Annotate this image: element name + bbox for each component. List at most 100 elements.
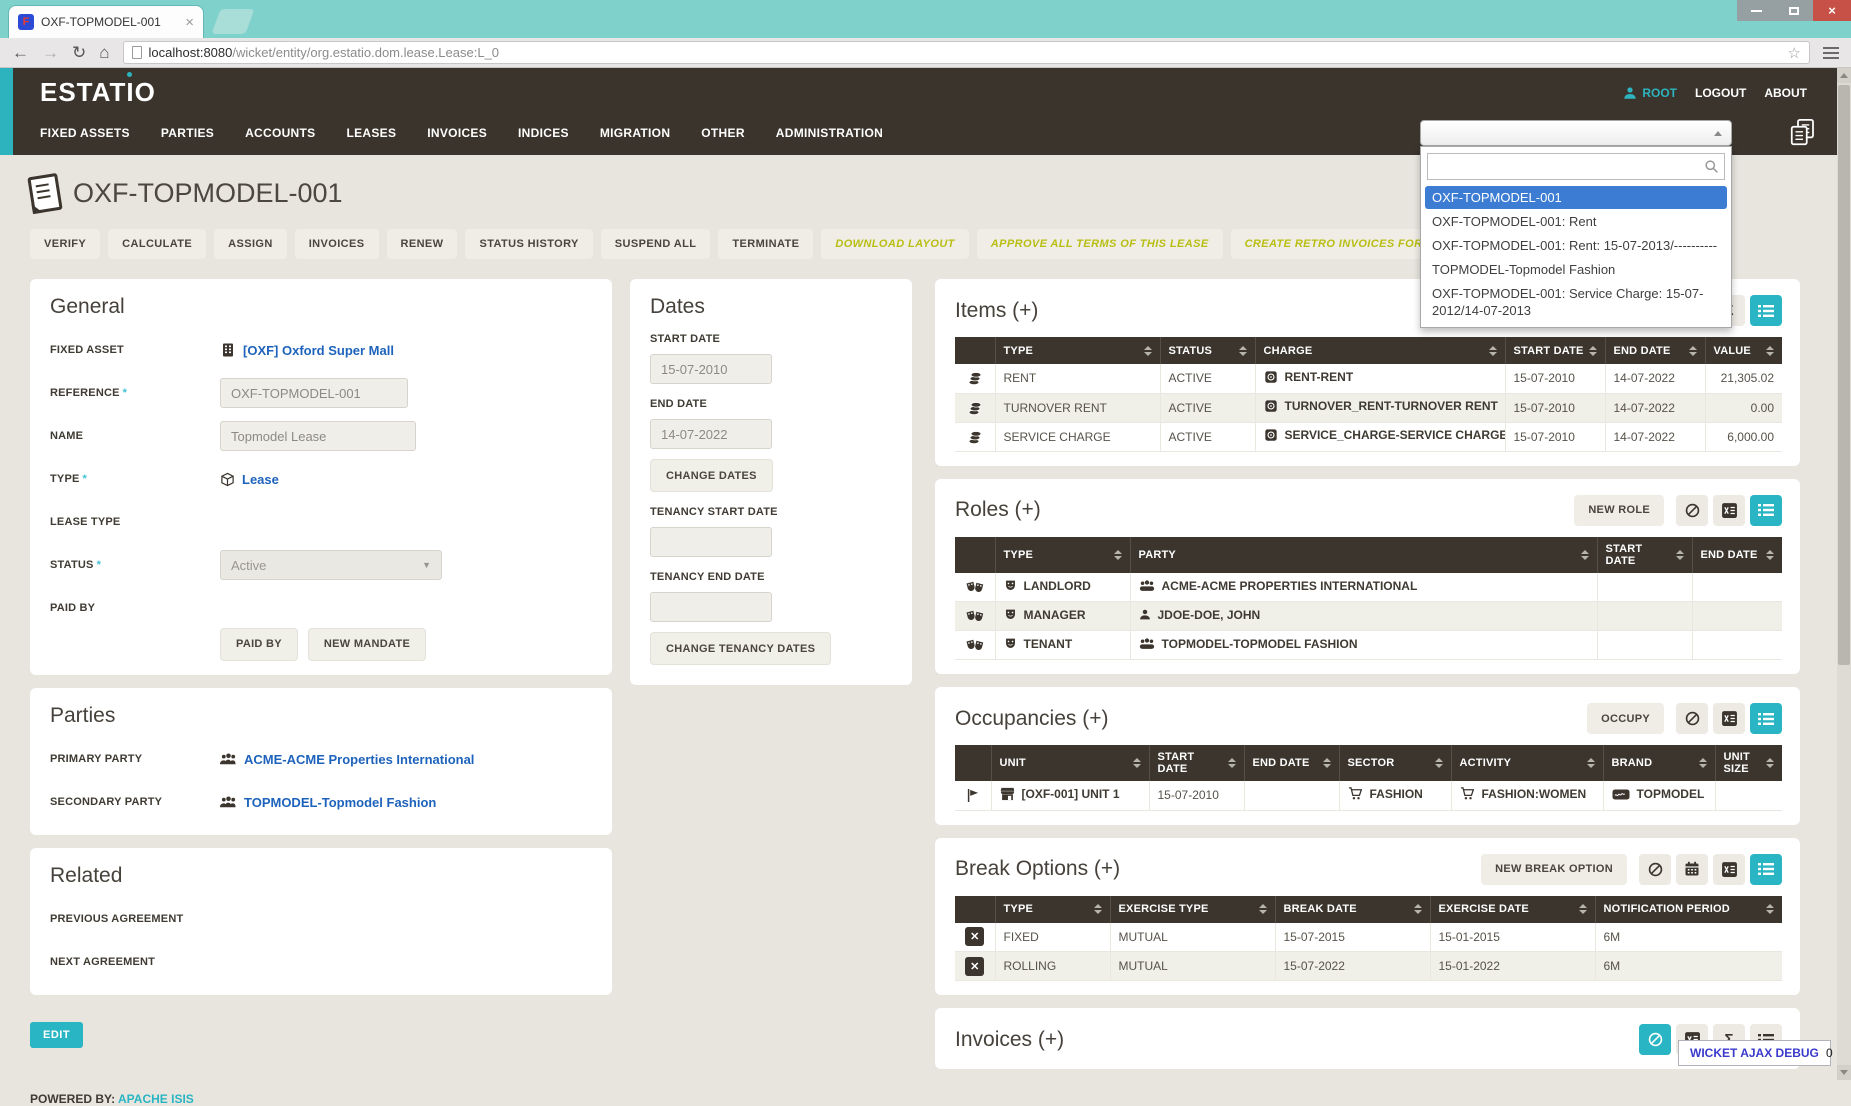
estatio-logo[interactable]: ESTATIO xyxy=(40,77,156,108)
paid-by-button[interactable]: PAID BY xyxy=(220,628,298,661)
masks-icon[interactable] xyxy=(955,602,995,631)
terminate-button[interactable]: TERMINATE xyxy=(718,229,813,259)
nav-parties[interactable]: PARTIES xyxy=(161,126,214,140)
excel-export-icon[interactable] xyxy=(1713,854,1745,885)
hide-columns-icon[interactable] xyxy=(1639,854,1671,885)
address-bar[interactable]: localhost:8080/wicket/entity/org.estatio… xyxy=(123,41,1810,64)
suspend-all-button[interactable]: SUSPEND ALL xyxy=(601,229,711,259)
occupancies-col-unit-size[interactable]: UNIT SIZE xyxy=(1715,745,1782,781)
occupancies-col-sector[interactable]: SECTOR xyxy=(1339,745,1451,781)
occupancies-col-unit[interactable]: UNIT xyxy=(991,745,1149,781)
nav-accounts[interactable]: ACCOUNTS xyxy=(245,126,315,140)
window-maximize-button[interactable] xyxy=(1775,0,1813,21)
remove-row-icon[interactable]: ✕ xyxy=(965,927,984,946)
roles-col-end-date[interactable]: END DATE xyxy=(1692,537,1782,573)
window-minimize-button[interactable] xyxy=(1737,0,1775,21)
items-col-value[interactable]: VALUE xyxy=(1705,337,1782,364)
dropdown-search-input[interactable] xyxy=(1427,153,1725,180)
tenancy-start-date-input[interactable] xyxy=(650,527,772,557)
type-link[interactable]: Lease xyxy=(220,472,279,487)
wicket-ajax-debug-link[interactable]: WICKET AJAX DEBUG xyxy=(1678,1040,1831,1066)
new-tab-button[interactable] xyxy=(211,9,254,34)
invoices-button[interactable]: INVOICES xyxy=(295,229,379,259)
occupancies-col-activity[interactable]: ACTIVITY xyxy=(1451,745,1603,781)
new-break-option-button[interactable]: NEW BREAK OPTION xyxy=(1481,854,1627,885)
items-col-end-date[interactable]: END DATE xyxy=(1605,337,1705,364)
dropdown-option[interactable]: OXF-TOPMODEL-001: Rent: 15-07-2013/-----… xyxy=(1425,234,1727,257)
list-view-icon[interactable] xyxy=(1750,854,1782,885)
logout-link[interactable]: LOGOUT xyxy=(1695,86,1746,100)
change-tenancy-dates-button[interactable]: CHANGE TENANCY DATES xyxy=(650,632,831,665)
renew-button[interactable]: RENEW xyxy=(387,229,458,259)
list-view-icon[interactable] xyxy=(1750,495,1782,526)
name-input[interactable] xyxy=(220,421,416,451)
context-select-box[interactable] xyxy=(1420,120,1732,146)
reload-icon[interactable]: ↻ xyxy=(72,44,86,61)
window-close-button[interactable]: × xyxy=(1813,0,1851,21)
list-view-icon[interactable] xyxy=(1750,295,1782,326)
items-col-charge[interactable]: CHARGE xyxy=(1255,337,1505,364)
copy-bookmark-icon[interactable] xyxy=(1789,118,1817,148)
items-col-type[interactable]: TYPE xyxy=(995,337,1160,364)
hide-columns-icon[interactable] xyxy=(1676,495,1708,526)
new-role-button[interactable]: NEW ROLE xyxy=(1574,495,1664,526)
scrollbar-thumb[interactable] xyxy=(1838,85,1850,665)
dropdown-option[interactable]: OXF-TOPMODEL-001: Service Charge: 15-07-… xyxy=(1425,282,1727,322)
change-dates-button[interactable]: CHANGE DATES xyxy=(650,459,773,492)
coins-icon[interactable] xyxy=(955,422,995,451)
nav-invoices[interactable]: INVOICES xyxy=(427,126,487,140)
hide-columns-icon[interactable] xyxy=(1676,703,1708,734)
roles-col-type[interactable]: TYPE xyxy=(995,537,1130,573)
secondary-party-link[interactable]: TOPMODEL-Topmodel Fashion xyxy=(220,795,436,810)
items-col-status[interactable]: STATUS xyxy=(1160,337,1255,364)
nav-administration[interactable]: ADMINISTRATION xyxy=(776,126,883,140)
dropdown-option[interactable]: OXF-TOPMODEL-001: Rent xyxy=(1425,210,1727,233)
break-col-type[interactable]: TYPE xyxy=(995,896,1110,923)
nav-indices[interactable]: INDICES xyxy=(518,126,569,140)
start-date-input[interactable] xyxy=(650,354,772,384)
dropdown-option[interactable]: OXF-TOPMODEL-001 xyxy=(1425,186,1727,209)
calculate-button[interactable]: CALCULATE xyxy=(108,229,206,259)
hide-columns-icon[interactable] xyxy=(1639,1024,1671,1055)
apache-isis-link[interactable]: APACHE ISIS xyxy=(118,1092,194,1106)
masks-icon[interactable] xyxy=(955,573,995,602)
browser-menu-icon[interactable] xyxy=(1823,47,1839,59)
forward-icon[interactable]: → xyxy=(42,44,59,61)
bookmark-star-icon[interactable]: ☆ xyxy=(1788,44,1801,62)
browser-tab[interactable]: F OXF-TOPMODEL-001 × xyxy=(8,5,204,38)
items-col-start-date[interactable]: START DATE xyxy=(1505,337,1605,364)
about-link[interactable]: ABOUT xyxy=(1764,86,1807,100)
coins-icon[interactable] xyxy=(955,393,995,422)
excel-export-icon[interactable] xyxy=(1713,495,1745,526)
fixed-asset-link[interactable]: [OXF] Oxford Super Mall xyxy=(220,342,394,358)
coins-icon[interactable] xyxy=(955,364,995,393)
calendar-icon[interactable] xyxy=(1676,854,1708,885)
break-col-exercise-type[interactable]: EXERCISE TYPE xyxy=(1110,896,1275,923)
remove-row-icon[interactable]: ✕ xyxy=(965,957,984,976)
occupy-button[interactable]: OCCUPY xyxy=(1587,703,1664,734)
assign-button[interactable]: ASSIGN xyxy=(214,229,287,259)
flag-icon[interactable] xyxy=(955,781,991,810)
reference-input[interactable] xyxy=(220,378,408,408)
break-col-break-date[interactable]: BREAK DATE xyxy=(1275,896,1430,923)
end-date-input[interactable] xyxy=(650,419,772,449)
break-col-notification-period[interactable]: NOTIFICATION PERIOD xyxy=(1595,896,1782,923)
back-icon[interactable]: ← xyxy=(12,44,29,61)
user-menu[interactable]: ROOT xyxy=(1623,86,1677,100)
home-icon[interactable]: ⌂ xyxy=(99,44,109,61)
status-history-button[interactable]: STATUS HISTORY xyxy=(465,229,592,259)
tenancy-end-date-input[interactable] xyxy=(650,592,772,622)
scroll-up-icon[interactable] xyxy=(1837,68,1851,83)
tab-close-icon[interactable]: × xyxy=(185,15,194,30)
verify-button[interactable]: VERIFY xyxy=(30,229,100,259)
primary-party-link[interactable]: ACME-ACME Properties International xyxy=(220,752,474,767)
dropdown-option[interactable]: TOPMODEL-Topmodel Fashion xyxy=(1425,258,1727,281)
edit-button[interactable]: EDIT xyxy=(30,1022,83,1048)
download-layout-button[interactable]: DOWNLOAD LAYOUT xyxy=(821,229,968,259)
list-view-icon[interactable] xyxy=(1750,703,1782,734)
scroll-down-icon[interactable] xyxy=(1837,1065,1851,1080)
masks-icon[interactable] xyxy=(955,631,995,660)
occupancies-col-brand[interactable]: BRAND xyxy=(1603,745,1715,781)
nav-fixed-assets[interactable]: FIXED ASSETS xyxy=(40,126,130,140)
nav-other[interactable]: OTHER xyxy=(701,126,745,140)
